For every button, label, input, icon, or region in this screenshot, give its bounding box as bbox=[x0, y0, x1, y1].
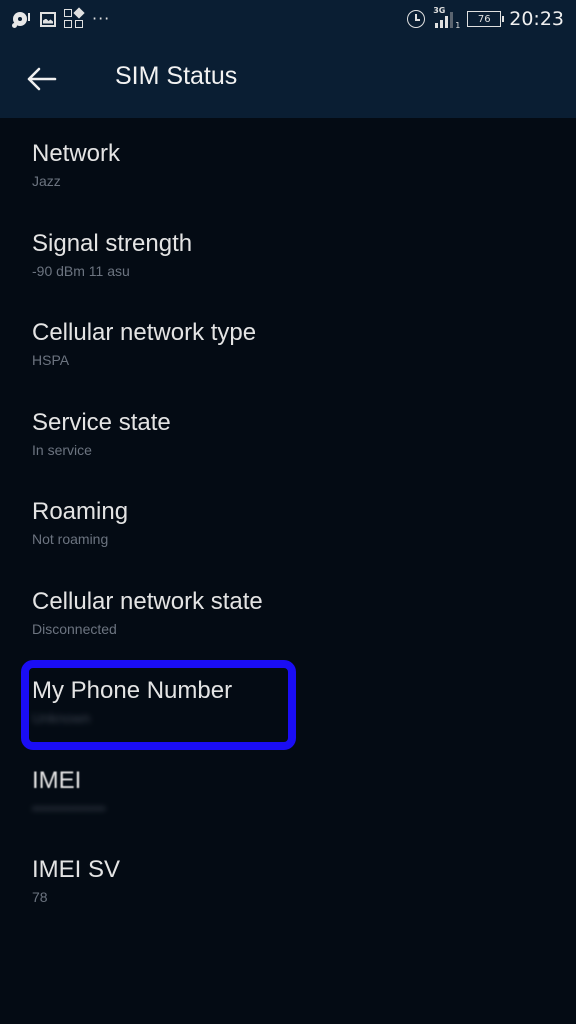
battery-icon: 76 bbox=[467, 11, 505, 27]
item-label: Roaming bbox=[32, 498, 129, 525]
page-title: SIM Status bbox=[115, 62, 238, 90]
sync-alert-icon bbox=[12, 10, 32, 28]
alarm-icon bbox=[407, 10, 426, 28]
list-item-roaming[interactable]: Roaming Not roaming bbox=[0, 476, 576, 566]
back-button[interactable] bbox=[22, 62, 60, 96]
arrow-back-icon bbox=[27, 67, 57, 91]
item-value: HSPA bbox=[32, 352, 70, 368]
list-item-service-state[interactable]: Service state In service bbox=[0, 387, 576, 477]
item-label: Network bbox=[32, 140, 121, 167]
app-bar: ··· 3G 1 76 20:23 SIM Status bbox=[0, 0, 576, 118]
item-label: Signal strength bbox=[32, 229, 193, 257]
sim-status-list: Network Jazz Signal strength -90 dBm 11 … bbox=[0, 118, 576, 924]
signal-icon: 3G 1 bbox=[433, 6, 461, 30]
list-item-cellular-network-type[interactable]: Cellular network type HSPA bbox=[0, 297, 576, 387]
list-item-my-phone-number[interactable]: My Phone Number Unknown bbox=[0, 655, 576, 745]
more-notifications-icon: ··· bbox=[92, 9, 111, 28]
item-value: 78 bbox=[32, 889, 48, 905]
item-label: Cellular network state bbox=[32, 587, 263, 615]
item-label: IMEI SV bbox=[32, 856, 121, 883]
item-value: Not roaming bbox=[32, 531, 109, 547]
system-icons: 3G 1 76 20:23 bbox=[407, 6, 564, 32]
list-item-imei[interactable]: IMEI ••••••••••••••• bbox=[0, 745, 576, 835]
notification-icons: ··· bbox=[12, 7, 111, 30]
image-icon bbox=[40, 11, 56, 27]
battery-level: 76 bbox=[477, 13, 491, 25]
item-value: -90 dBm 11 asu bbox=[32, 262, 130, 279]
clock: 20:23 bbox=[509, 8, 564, 30]
item-label: Service state bbox=[32, 408, 171, 436]
item-value: ••••••••••••••• bbox=[32, 799, 106, 816]
list-item-cellular-network-state[interactable]: Cellular network state Disconnected bbox=[0, 566, 576, 656]
sim-slot-label: 1 bbox=[455, 21, 461, 30]
list-item-imei-sv[interactable]: IMEI SV 78 bbox=[0, 834, 576, 924]
item-label: Cellular network type bbox=[32, 319, 257, 346]
network-type-label: 3G bbox=[433, 6, 446, 15]
list-item-network[interactable]: Network Jazz bbox=[0, 118, 576, 208]
item-value: Jazz bbox=[32, 173, 61, 189]
item-label: My Phone Number bbox=[32, 677, 233, 704]
item-value: In service bbox=[32, 441, 92, 458]
item-value: Disconnected bbox=[32, 620, 117, 637]
item-label: IMEI bbox=[32, 766, 82, 794]
list-item-signal-strength[interactable]: Signal strength -90 dBm 11 asu bbox=[0, 208, 576, 298]
item-value: Unknown bbox=[32, 710, 91, 726]
status-bar: ··· 3G 1 76 20:23 bbox=[0, 0, 576, 40]
apps-icon bbox=[64, 7, 85, 29]
